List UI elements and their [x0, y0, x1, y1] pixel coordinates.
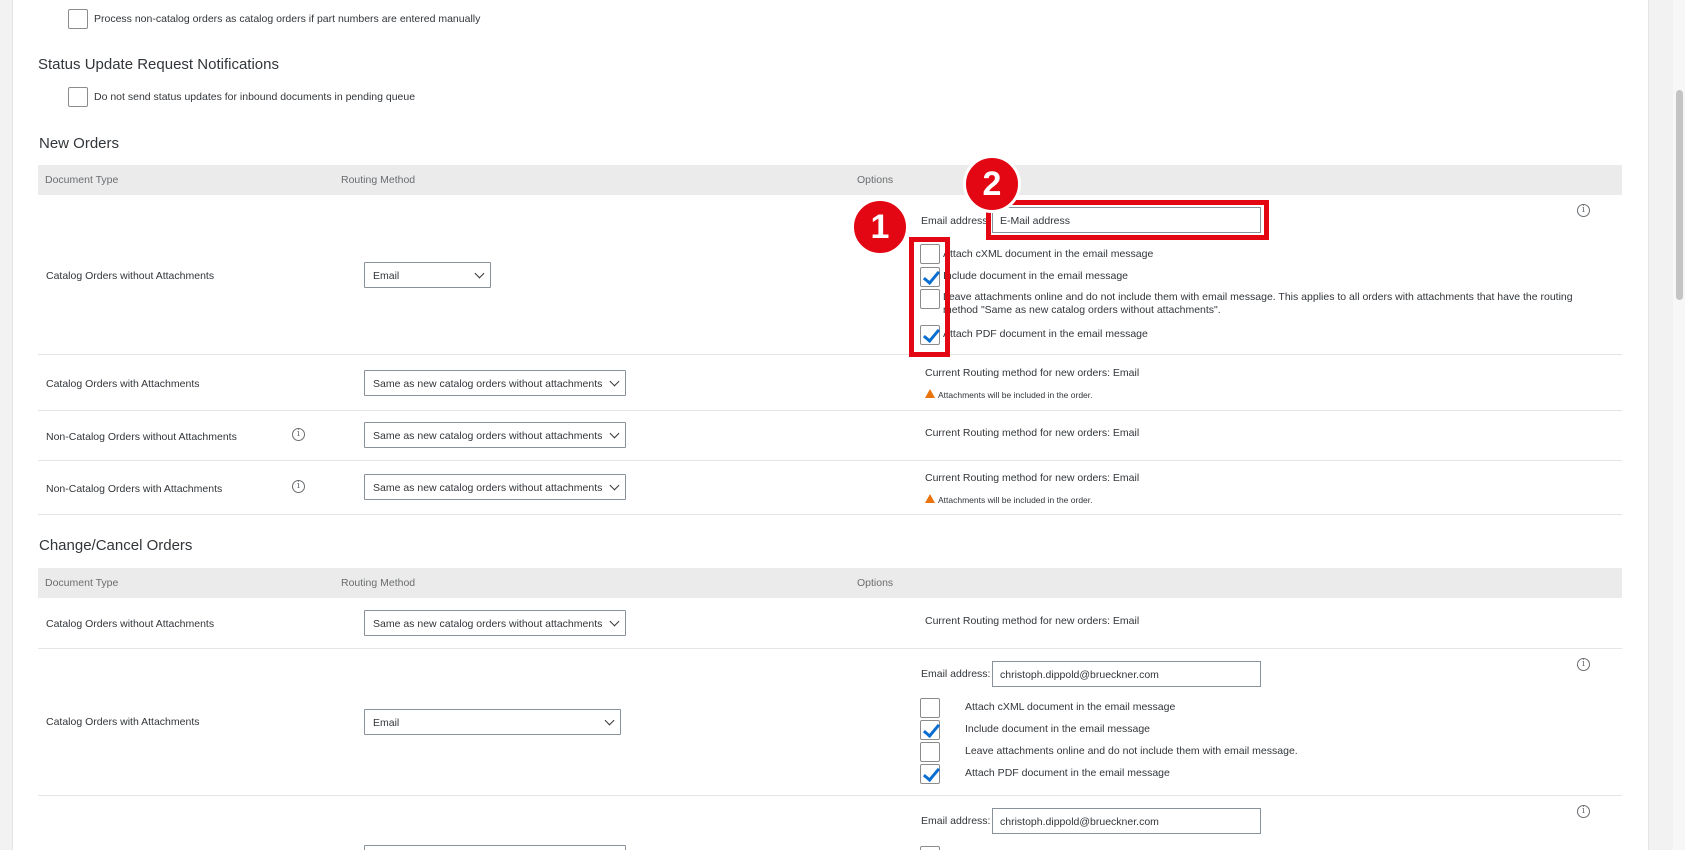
process-noncatalog-label: Process non-catalog orders as catalog or… — [94, 13, 481, 25]
new-row2-warning: Attachments will be included in the orde… — [938, 390, 1093, 400]
change-orders-table-header: Document Type Routing Method Options — [38, 568, 1622, 598]
new-orders-table-header: Document Type Routing Method Options — [38, 165, 1622, 195]
change-row3-email-input[interactable]: christoph.dippold@brueckner.com — [992, 808, 1261, 834]
change-row3-cxml-checkbox[interactable] — [920, 846, 940, 850]
chevron-down-icon — [609, 376, 620, 387]
new-row3-routing-select[interactable]: Same as new catalog orders without attac… — [364, 422, 626, 448]
change-row3-routing-select[interactable] — [364, 845, 626, 850]
info-icon[interactable]: i — [1577, 658, 1590, 671]
new-row2-current-routing: Current Routing method for new orders: E… — [925, 367, 1140, 379]
info-icon[interactable]: i — [1577, 204, 1590, 217]
status-section-title: Status Update Request Notifications — [38, 56, 279, 73]
col-options: Options — [857, 174, 894, 186]
new-row4-current-routing: Current Routing method for new orders: E… — [925, 472, 1140, 484]
col-document-type: Document Type — [45, 174, 119, 186]
info-icon[interactable]: i — [1577, 805, 1590, 818]
row-divider — [38, 460, 1622, 461]
change-row1-routing-value: Same as new catalog orders without attac… — [373, 618, 603, 630]
new-row1-pdf-label: Attach PDF document in the email message — [943, 328, 1148, 340]
change-row2-routing-select[interactable]: Email — [364, 709, 621, 735]
change-row3-email-label: Email address: — [921, 815, 991, 827]
new-row3-routing-value: Same as new catalog orders without attac… — [373, 430, 603, 442]
row-divider — [38, 648, 1622, 649]
new-row1-include-label: Include document in the email message — [943, 270, 1129, 282]
process-noncatalog-checkbox[interactable] — [68, 9, 88, 29]
col-options: Options — [857, 577, 894, 589]
change-row2-cxml-label: Attach cXML document in the email messag… — [965, 701, 1176, 713]
no-status-updates-checkbox[interactable] — [68, 87, 88, 107]
change-row2-pdf-checkbox[interactable] — [920, 764, 940, 784]
col-document-type: Document Type — [45, 577, 119, 589]
chevron-down-icon — [609, 616, 620, 627]
change-row2-leave-checkbox[interactable] — [920, 742, 940, 762]
new-row1-cxml-label: Attach cXML document in the email messag… — [943, 248, 1154, 260]
change-orders-title: Change/Cancel Orders — [39, 537, 193, 554]
col-routing-method: Routing Method — [341, 174, 416, 186]
new-row2-routing-value: Same as new catalog orders without attac… — [373, 378, 603, 390]
new-row2-doc-type: Catalog Orders with Attachments — [46, 378, 200, 390]
new-row1-email-label: Email address: — [921, 215, 991, 227]
chevron-down-icon — [604, 715, 615, 726]
info-icon[interactable]: i — [292, 480, 305, 493]
info-icon[interactable]: i — [292, 428, 305, 441]
change-row1-doc-type: Catalog Orders without Attachments — [46, 618, 215, 630]
scrollbar-thumb[interactable] — [1676, 90, 1683, 300]
new-row4-routing-select[interactable]: Same as new catalog orders without attac… — [364, 474, 626, 500]
row-divider — [38, 354, 1622, 355]
new-row3-current-routing: Current Routing method for new orders: E… — [925, 427, 1140, 439]
row-divider — [38, 410, 1622, 411]
change-row2-routing-value: Email — [373, 717, 400, 729]
no-status-updates-label: Do not send status updates for inbound d… — [94, 91, 416, 103]
settings-page: Process non-catalog orders as catalog or… — [12, 0, 1649, 850]
change-row2-include-checkbox[interactable] — [920, 720, 940, 740]
new-row1-leave-label: Leave attachments online and do not incl… — [943, 291, 1573, 316]
warning-icon — [925, 494, 935, 503]
warning-icon — [925, 389, 935, 398]
change-row2-include-label: Include document in the email message — [965, 723, 1151, 735]
chevron-down-icon — [609, 480, 620, 491]
chevron-down-icon — [474, 268, 485, 279]
new-row2-routing-select[interactable]: Same as new catalog orders without attac… — [364, 370, 626, 396]
change-row2-pdf-label: Attach PDF document in the email message — [965, 767, 1170, 779]
change-row2-email-label: Email address: — [921, 668, 991, 680]
change-row2-leave-label: Leave attachments online and do not incl… — [965, 745, 1298, 757]
new-row3-doc-type: Non-Catalog Orders without Attachments — [46, 431, 237, 443]
change-row2-email-input[interactable]: christoph.dippold@brueckner.com — [992, 661, 1261, 687]
vertical-scrollbar[interactable] — [1673, 0, 1685, 850]
new-row4-routing-value: Same as new catalog orders without attac… — [373, 482, 603, 494]
highlight-box-email — [986, 200, 1269, 240]
row-divider — [38, 514, 1622, 515]
row-divider — [38, 795, 1622, 796]
highlight-box-checkboxes — [909, 237, 950, 357]
new-row4-doc-type: Non-Catalog Orders with Attachments — [46, 483, 223, 495]
new-row4-warning: Attachments will be included in the orde… — [938, 495, 1093, 505]
change-row2-doc-type: Catalog Orders with Attachments — [46, 716, 200, 728]
new-row1-routing-select[interactable]: Email — [364, 262, 491, 288]
change-row1-routing-select[interactable]: Same as new catalog orders without attac… — [364, 610, 626, 636]
change-row1-current-routing: Current Routing method for new orders: E… — [925, 615, 1140, 627]
annotation-badge-1: 1 — [851, 198, 909, 256]
new-row1-doc-type: Catalog Orders without Attachments — [46, 270, 215, 282]
annotation-badge-2: 2 — [963, 155, 1021, 213]
col-routing-method: Routing Method — [341, 577, 416, 589]
chevron-down-icon — [609, 428, 620, 439]
new-row1-routing-value: Email — [373, 270, 400, 282]
change-row2-cxml-checkbox[interactable] — [920, 698, 940, 718]
new-orders-title: New Orders — [39, 135, 120, 152]
